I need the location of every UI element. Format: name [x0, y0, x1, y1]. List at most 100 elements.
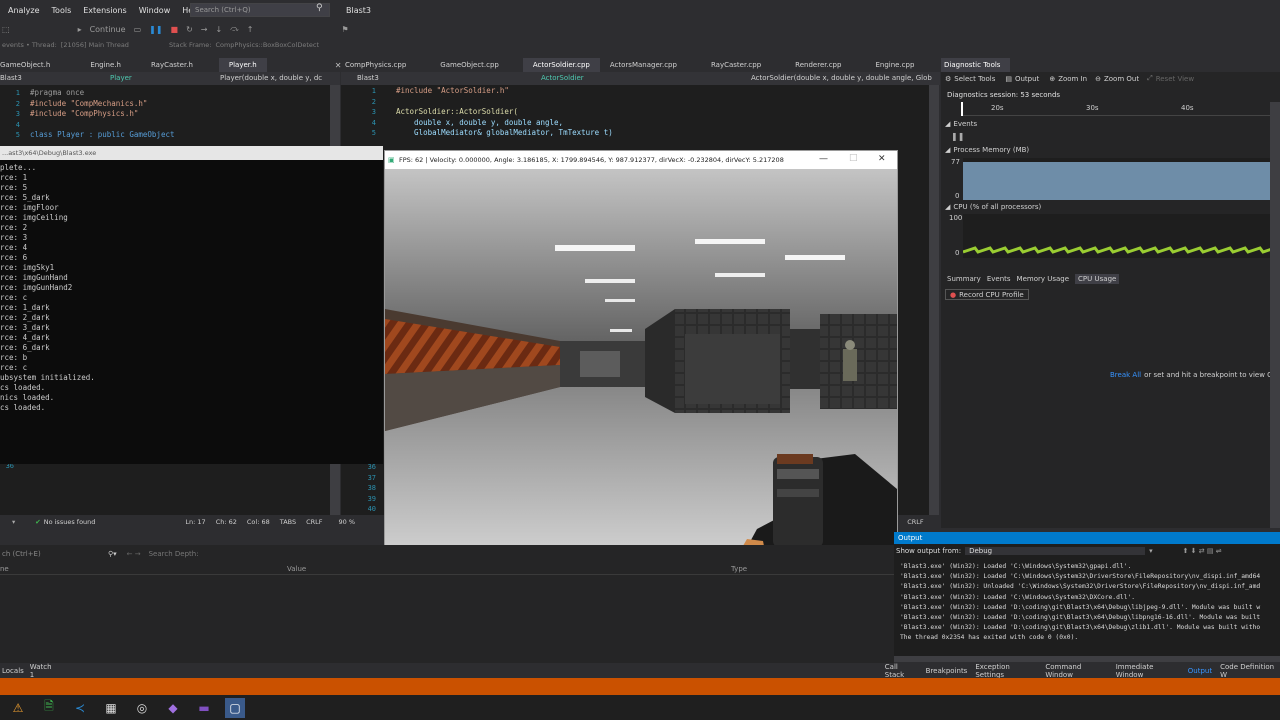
nav-class[interactable]: Player: [110, 72, 220, 85]
output-source-select[interactable]: Debug: [965, 547, 1146, 555]
tab-immediate-window[interactable]: Immediate Window: [1116, 663, 1180, 679]
right-line-ending[interactable]: CRLF: [907, 518, 923, 526]
select-tools-button[interactable]: Select Tools: [954, 75, 995, 83]
tab-renderer-cpp[interactable]: Renderer.cpp: [771, 58, 851, 72]
chevron-down-icon[interactable]: ▾: [12, 518, 15, 526]
tab-command-window[interactable]: Command Window: [1045, 663, 1107, 679]
step-out-icon[interactable]: ↑: [247, 25, 254, 34]
cpu-graph[interactable]: [963, 214, 1280, 258]
step-into-icon[interactable]: ↓: [216, 25, 223, 34]
continue-button[interactable]: Continue: [90, 25, 126, 34]
search-icon[interactable]: ⚲: [316, 3, 323, 13]
output-title[interactable]: Output: [894, 532, 1280, 544]
nav-member[interactable]: Player(double x, double y, dc: [220, 72, 322, 85]
tab-locals[interactable]: Locals: [2, 667, 24, 675]
tab-compphysics-cpp[interactable]: CompPhysics.cpp: [341, 58, 416, 72]
file-icon[interactable]: 🗎: [39, 698, 59, 718]
issues-status[interactable]: No issues found: [44, 518, 96, 526]
menu-tools[interactable]: Tools: [52, 6, 72, 15]
tab-player-h[interactable]: Player.h: [218, 58, 267, 72]
menu-window[interactable]: Window: [139, 6, 171, 15]
tab-output[interactable]: Output: [1188, 667, 1212, 675]
memory-graph[interactable]: [963, 158, 1280, 200]
nav-project[interactable]: Blast3: [341, 72, 541, 85]
cpu-header[interactable]: ◢ CPU (% of all processors): [945, 203, 1041, 211]
output-icon[interactable]: ▤: [1005, 75, 1012, 83]
process-icon[interactable]: ▭: [134, 25, 142, 34]
line-ending[interactable]: CRLF: [306, 518, 322, 526]
tab-call-stack[interactable]: Call Stack: [885, 663, 918, 679]
tab-gameobject-h[interactable]: GameObject.h: [0, 58, 60, 72]
terminal-icon[interactable]: ▬: [194, 698, 214, 718]
tab-raycaster-h[interactable]: RayCaster.h: [131, 58, 203, 72]
menu-analyze[interactable]: Analyze: [8, 6, 40, 15]
diag-scrollbar[interactable]: [1270, 102, 1280, 528]
continue-icon[interactable]: ▸: [78, 25, 82, 34]
restart-icon[interactable]: ↻: [186, 25, 193, 34]
show-next-icon[interactable]: →: [201, 25, 208, 34]
game-window-icon[interactable]: ▢: [225, 697, 245, 718]
warning-app-icon[interactable]: ⚠: [8, 698, 28, 718]
subtab-events[interactable]: Events: [987, 275, 1011, 283]
tab-code-definition[interactable]: Code Definition W: [1220, 663, 1280, 679]
col-value[interactable]: Value: [287, 565, 731, 573]
events-header[interactable]: ◢ Events: [945, 120, 977, 128]
collapse-icon[interactable]: ◢: [945, 146, 950, 154]
subtab-memory-usage[interactable]: Memory Usage: [1017, 275, 1070, 283]
output-toolbar-icons[interactable]: ⬆ ⬇ ⇄ ▤ ⇌: [1183, 547, 1222, 555]
console-title[interactable]: ...ast3\x64\Debug\Blast3.exe: [0, 146, 383, 160]
chrome-icon[interactable]: ◎: [132, 698, 152, 718]
subtab-cpu-usage[interactable]: CPU Usage: [1075, 274, 1120, 284]
col-type[interactable]: Type: [731, 565, 747, 573]
right-scrollbar[interactable]: [929, 85, 939, 515]
thread-select[interactable]: [21056] Main Thread: [61, 41, 129, 49]
zoom-in-button[interactable]: Zoom In: [1058, 75, 1087, 83]
memory-header[interactable]: ◢ Process Memory (MB): [945, 146, 1029, 154]
zoom-level[interactable]: 90 %: [339, 518, 356, 526]
zoom-out-button[interactable]: Zoom Out: [1104, 75, 1139, 83]
stack-frame-select[interactable]: CompPhysics::BoxBoxColDetect: [215, 41, 319, 49]
menu-extensions[interactable]: Extensions: [83, 6, 126, 15]
record-cpu-profile-button[interactable]: ● Record CPU Profile: [945, 289, 1029, 300]
nav-class[interactable]: ActorSoldier: [541, 72, 751, 85]
output-button[interactable]: Output: [1015, 75, 1039, 83]
watch-search-input[interactable]: ch (Ctrl+E): [0, 550, 108, 558]
step-over-icon[interactable]: ⤼: [230, 24, 239, 34]
vscode-icon[interactable]: ≺: [70, 698, 90, 718]
collapse-icon[interactable]: ◢: [945, 203, 950, 211]
tab-watch-1[interactable]: Watch 1: [30, 663, 57, 679]
zoom-out-icon[interactable]: ⊖: [1095, 75, 1101, 83]
tab-exception-settings[interactable]: Exception Settings: [975, 663, 1037, 679]
timeline-ruler[interactable]: 20s 30s 40s: [961, 102, 1280, 116]
quick-search-input[interactable]: Search (Ctrl+Q): [190, 3, 330, 17]
tab-actorsoldier-cpp[interactable]: ActorSoldier.cpp: [522, 58, 600, 72]
gear-icon[interactable]: ⚙: [945, 75, 951, 83]
game-window[interactable]: ▣ FPS: 62 | Velocity: 0.000000, Angle: 3…: [384, 150, 898, 552]
tab-actorsmanager-cpp[interactable]: ActorsManager.cpp: [600, 58, 687, 72]
stop-icon[interactable]: ■: [171, 25, 179, 34]
close-button[interactable]: ✕: [878, 154, 886, 164]
zoom-in-icon[interactable]: ⊕: [1049, 75, 1055, 83]
tab-engine-cpp[interactable]: Engine.cpp: [851, 58, 924, 72]
subtab-summary[interactable]: Summary: [947, 275, 981, 283]
toolbar-icon[interactable]: ⬚: [2, 25, 10, 34]
col-name[interactable]: ne: [0, 565, 287, 573]
collapse-icon[interactable]: ◢: [945, 120, 950, 128]
bookmark-icon[interactable]: ⚑: [341, 25, 348, 34]
tab-engine-h[interactable]: Engine.h: [60, 58, 131, 72]
nav-member[interactable]: ActorSoldier(double x, double y, double …: [751, 72, 932, 85]
tab-gameobject-cpp[interactable]: GameObject.cpp: [416, 58, 509, 72]
chevron-down-icon[interactable]: ▾: [1149, 547, 1153, 555]
visual-studio-icon[interactable]: ◆: [163, 698, 183, 718]
break-all-link[interactable]: Break All: [1110, 371, 1141, 379]
app-icon[interactable]: ▦: [101, 698, 121, 718]
pause-icon[interactable]: ❚❚: [149, 25, 162, 34]
nav-project[interactable]: Blast3: [0, 72, 110, 85]
tab-breakpoints[interactable]: Breakpoints: [926, 667, 968, 675]
game-viewport[interactable]: [385, 169, 897, 551]
search-icon[interactable]: ⚲▾: [108, 550, 117, 558]
tab-raycaster-cpp[interactable]: RayCaster.cpp: [687, 58, 771, 72]
indent-mode[interactable]: TABS: [280, 518, 296, 526]
output-hscrollbar[interactable]: [894, 656, 1280, 662]
minimize-button[interactable]: —: [819, 154, 828, 164]
